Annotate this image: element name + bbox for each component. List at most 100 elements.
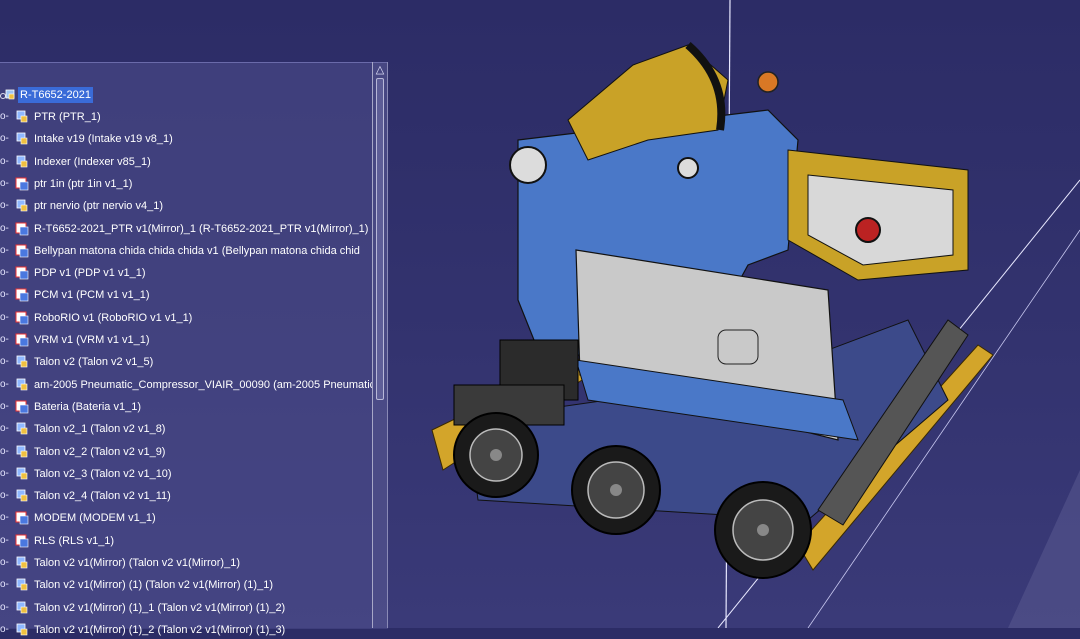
tree-expand-connector-icon[interactable]: o- — [0, 379, 10, 390]
tree-node[interactable]: o- Talon v2 v1(Mirror) (1)_2 (Talon v2 v1… — [0, 621, 372, 639]
product-icon — [14, 311, 30, 325]
product-icon — [14, 400, 30, 414]
tree-node[interactable]: o-ptr 1in (ptr 1in v1_1) — [0, 175, 372, 193]
tree-expand-connector-icon[interactable]: o- — [0, 602, 10, 613]
tree-expand-connector-icon[interactable]: o- — [0, 558, 10, 568]
tree-node[interactable]: o- RoboRIO v1 (RoboRIO v1 v1_1) — [0, 309, 372, 327]
motor-left — [509, 146, 547, 184]
tree-node-label: RoboRIO v1 (RoboRIO v1 v1_1) — [34, 311, 193, 324]
tree-node[interactable]: o- VRM v1 (VRM v1 v1_1) — [0, 331, 372, 349]
tree-expand-connector-icon[interactable]: o- — [0, 446, 10, 457]
product-icon — [14, 511, 30, 525]
part-icon — [14, 601, 30, 615]
scrollbar-thumb[interactable] — [376, 78, 384, 400]
tree-node-label: Talon v2_4 (Talon v2 v1_11) — [34, 490, 171, 503]
tree-node[interactable]: o- RLS (RLS v1_1) — [0, 532, 372, 550]
tree-node[interactable]: o- PTR (PTR_1) — [0, 108, 372, 126]
tree-node[interactable]: o- Talon v2_4 (Talon v2 v1_11) — [0, 487, 372, 505]
tree-node[interactable]: o- Talon v2_3 (Talon v2 v1_10) — [0, 465, 372, 483]
robot-model — [431, 41, 994, 579]
tree-node[interactable]: o- Bellypan matona chida chida chida v1 (… — [0, 242, 372, 260]
tree-node[interactable]: o- Bateria (Bateria v1_1) — [0, 398, 372, 416]
tree-node-label: Talon v2 v1(Mirror) (1) (Talon v2 v1(Mir… — [34, 579, 273, 592]
tree-node-label: Bateria (Bateria v1_1) — [34, 400, 141, 413]
tree-expand-connector-icon[interactable]: o- — [0, 624, 10, 635]
tree-node[interactable]: o- Talon v2 v1(Mirror) (1) (Talon v2 v1(M… — [0, 576, 372, 594]
tree-node[interactable]: o- MODEM (MODEM v1_1) — [0, 509, 372, 527]
tree-node[interactable]: o- R-T6652-2021_PTR v1(Mirror)_1 (R-T6652… — [0, 220, 372, 238]
tree-expand-connector-icon[interactable]: o- — [0, 112, 10, 122]
part-icon — [14, 623, 30, 637]
3d-viewport[interactable] — [388, 0, 1080, 628]
tree-node[interactable]: o-ptr nervio (ptr nervio v4_1) — [0, 197, 372, 215]
tree-node-label: ptr nervio (ptr nervio v4_1) — [34, 200, 163, 213]
product-icon — [14, 534, 30, 548]
tree-expand-connector-icon[interactable]: o- — [0, 312, 10, 323]
tree-node-label: Indexer (Indexer v85_1) — [34, 155, 151, 168]
tree-expand-connector-icon[interactable]: o- — [0, 156, 10, 167]
tree-node[interactable]: o- Indexer (Indexer v85_1) — [0, 153, 372, 171]
tree-node-label: RLS (RLS v1_1) — [34, 534, 115, 547]
tree-expand-connector-icon[interactable]: o- — [0, 535, 10, 546]
tree-node-label: PTR (PTR_1) — [34, 111, 101, 123]
tree-node-label: Talon v2 v1(Mirror) (Talon v2 v1(Mirror)… — [34, 557, 240, 569]
tree-node-label: Talon v2_3 (Talon v2 v1_10) — [34, 467, 172, 480]
assembly-icon — [0, 89, 15, 100]
wheel-3 — [714, 481, 812, 579]
product-icon — [14, 333, 30, 347]
tree-node[interactable]: o-am-2005 Pneumatic_Compressor_VIAIR_000… — [0, 376, 372, 394]
tree-expand-connector-icon[interactable]: o- — [0, 268, 10, 278]
scroll-up-arrow-icon[interactable]: △ — [373, 64, 387, 76]
part-icon — [14, 422, 30, 436]
tree-expand-connector-icon[interactable]: o- — [0, 290, 10, 300]
tree-expand-connector-icon[interactable]: o- — [0, 424, 10, 434]
motor-top — [677, 157, 699, 179]
part-icon — [14, 445, 30, 459]
tree-expand-connector-icon[interactable]: o- — [0, 223, 10, 234]
tree-node[interactable]: o- Intake v19 (Intake v19 v8_1) — [0, 130, 372, 148]
tree-expand-connector-icon[interactable]: o- — [0, 134, 10, 144]
background-surface — [1008, 470, 1080, 628]
tree-node[interactable]: o- Talon v2 v1(Mirror) (1)_1 (Talon v2 v1… — [0, 599, 372, 617]
tree-expand-connector-icon[interactable]: o- — [0, 580, 10, 590]
tree-expand-connector-icon[interactable]: o- — [0, 178, 10, 189]
tree-node[interactable]: o- Talon v2_2 (Talon v2 v1_9) — [0, 443, 372, 461]
tree-expand-connector-icon[interactable]: o- — [0, 245, 10, 256]
tree-node-label: PDP v1 (PDP v1 v1_1) — [34, 267, 146, 280]
part-icon — [14, 556, 30, 570]
tree-expand-connector-icon[interactable]: o- — [0, 335, 10, 345]
wheel-1 — [453, 412, 539, 498]
tree-scrollbar[interactable]: △ — [372, 62, 388, 628]
tree-node-label: Talon v2_1 (Talon v2 v1_8) — [34, 423, 166, 436]
tree-node[interactable]: o- Talon v2_1 (Talon v2 v1_8) — [0, 420, 372, 438]
tree-node-label: Talon v2 v1(Mirror) (1)_1 (Talon v2 v1(M… — [34, 601, 286, 614]
tree-root-label[interactable]: R-T6652-2021 — [18, 87, 93, 103]
part-icon — [14, 489, 30, 503]
tree-expand-connector-icon[interactable]: o- — [0, 468, 10, 479]
tree-node-label: ptr 1in (ptr 1in v1_1) — [34, 177, 133, 190]
tree-node[interactable]: o- Talon v2 (Talon v2 v1_5) — [0, 353, 372, 371]
part-icon — [14, 355, 30, 369]
product-icon — [14, 244, 30, 258]
tree-expand-connector-icon[interactable]: o- — [0, 491, 10, 501]
part-icon — [14, 578, 30, 592]
beacon-light — [757, 71, 779, 93]
tree-expand-connector-icon[interactable]: o- — [0, 201, 10, 211]
tree-expand-connector-icon[interactable]: o- — [0, 357, 10, 367]
tree-node-label: Talon v2 (Talon v2 v1_5) — [34, 356, 154, 369]
tree-node-label: Talon v2_2 (Talon v2 v1_9) — [34, 445, 166, 458]
tree-node-label: Intake v19 (Intake v19 v8_1) — [34, 133, 173, 146]
tree-expand-connector-icon[interactable]: o- — [0, 401, 10, 412]
product-icon — [14, 177, 30, 191]
product-icon — [14, 288, 30, 302]
tree-node-label: am-2005 Pneumatic_Compressor_VIAIR_00090… — [34, 378, 372, 391]
tree-node[interactable]: o- Talon v2 v1(Mirror) (Talon v2 v1(Mirro… — [0, 554, 372, 572]
tree-node[interactable]: o- PDP v1 (PDP v1 v1_1) — [0, 264, 372, 282]
tree-node[interactable]: o- PCM v1 (PCM v1 v1_1) — [0, 286, 372, 304]
wheel-2 — [571, 445, 661, 535]
part-icon — [14, 199, 30, 213]
product-icon — [14, 266, 30, 280]
tree-expand-connector-icon[interactable]: o- — [0, 513, 10, 523]
part-icon — [14, 132, 30, 146]
product-icon — [14, 222, 30, 236]
